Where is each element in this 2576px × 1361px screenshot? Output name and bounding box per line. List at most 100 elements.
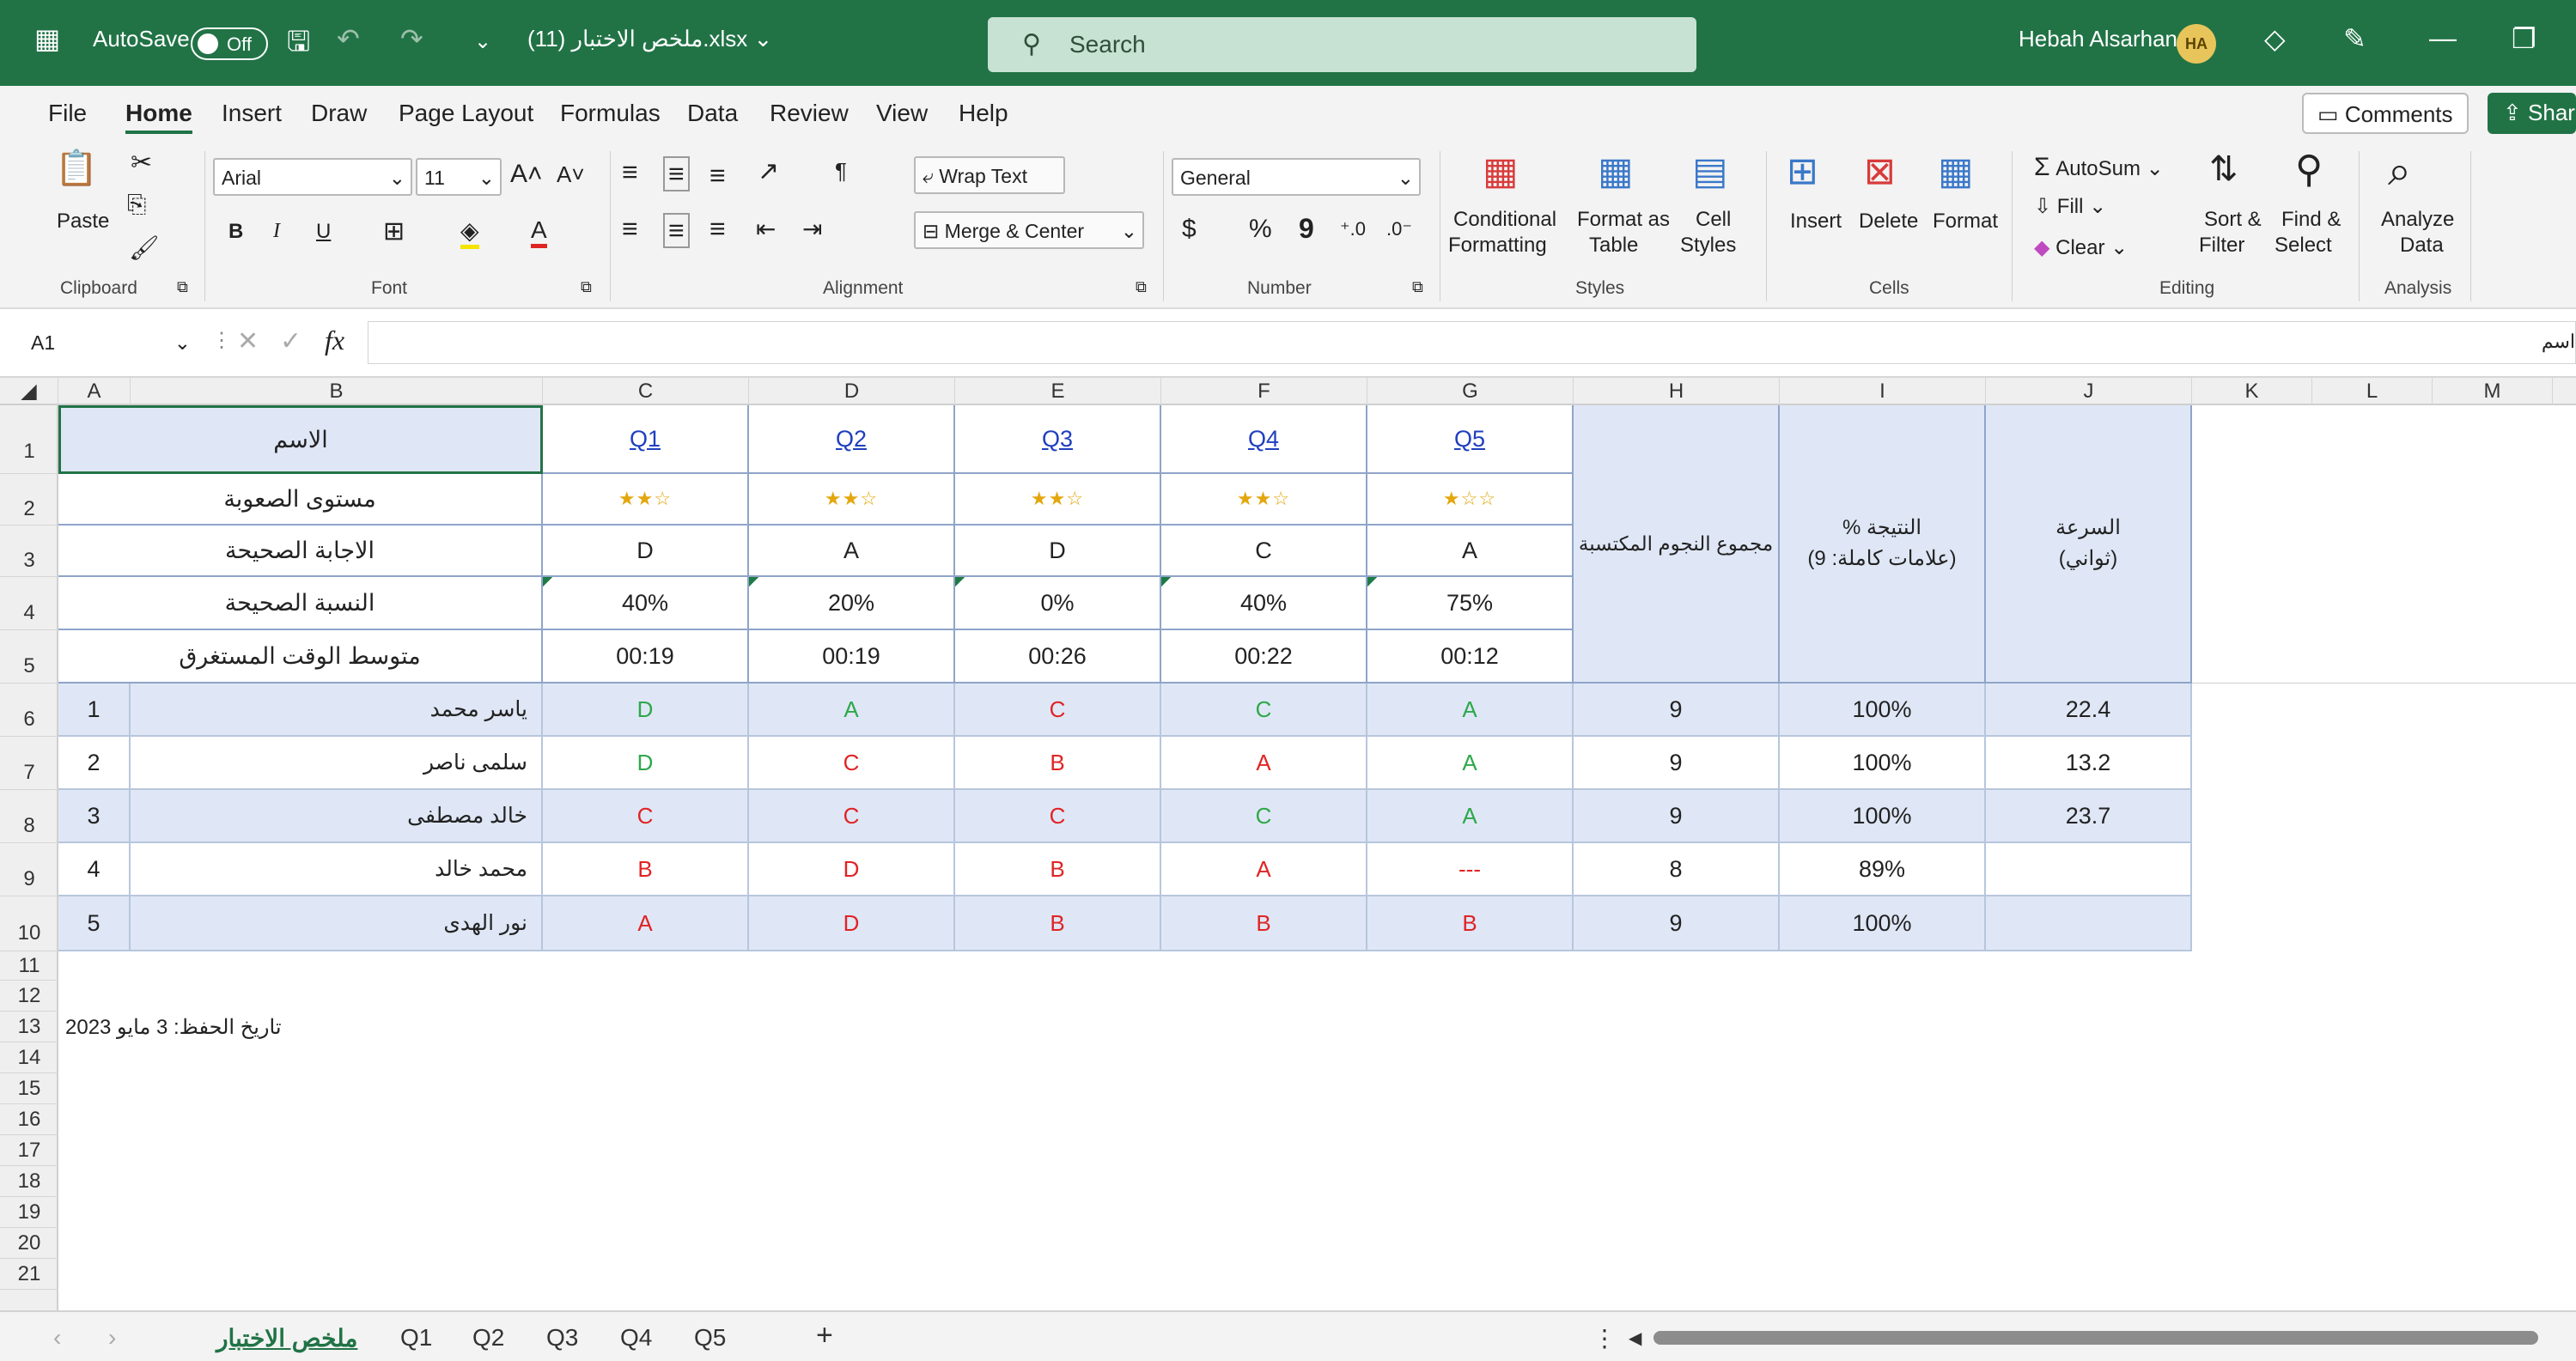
correct-answer-cell[interactable]: D xyxy=(543,526,749,577)
row-header[interactable]: 10 xyxy=(0,896,58,951)
stars-earned-cell[interactable]: 8 xyxy=(1574,843,1780,896)
student-answer-cell[interactable]: D xyxy=(749,843,955,896)
clear-button[interactable]: ◆ Clear ⌄ xyxy=(2034,235,2128,260)
student-name-cell[interactable]: خالد مصطفى xyxy=(131,790,543,843)
decrease-indent-icon[interactable]: ⇤ xyxy=(756,215,776,243)
student-name-cell[interactable]: نور الهدى xyxy=(131,896,543,951)
search-box[interactable]: ⚲ Search xyxy=(988,17,1696,72)
customize-toolbar-icon[interactable]: ⌄ xyxy=(474,29,491,54)
difficulty-stars-cell[interactable]: ★☆☆ xyxy=(1367,474,1574,526)
tab-formulas[interactable]: Formulas xyxy=(560,100,661,127)
row-header[interactable]: 5 xyxy=(0,630,58,684)
row-header[interactable]: 13 xyxy=(0,1012,58,1042)
autosave-toggle[interactable]: Off xyxy=(191,27,268,60)
name-box[interactable]: A1 ⌄ xyxy=(24,325,196,362)
formula-input[interactable]: اسم xyxy=(368,321,2576,364)
student-name-cell[interactable]: سلمى ناصر xyxy=(131,737,543,790)
conditional-formatting-icon[interactable]: ▦ xyxy=(1483,149,1519,193)
row-header[interactable]: 16 xyxy=(0,1104,58,1135)
correct-pct-label-cell[interactable]: النسبة الصحيحة xyxy=(58,577,543,630)
score-cell[interactable]: 100% xyxy=(1780,737,1986,790)
row-header[interactable]: 11 xyxy=(0,951,58,981)
text-direction-icon[interactable]: ¶ xyxy=(835,158,847,185)
format-cells-button[interactable]: Format xyxy=(1933,210,1998,234)
student-answer-cell[interactable]: B xyxy=(1161,896,1367,951)
column-header-l[interactable]: L xyxy=(2312,378,2433,405)
correct-answer-cell[interactable]: A xyxy=(1367,526,1574,577)
column-header-a[interactable]: A xyxy=(58,378,131,405)
correct-answer-label-cell[interactable]: الاجابة الصحيحة xyxy=(58,526,543,577)
sheet-tab-q3[interactable]: Q3 xyxy=(546,1324,578,1352)
row-header[interactable]: 3 xyxy=(0,526,58,577)
cell-styles-icon[interactable]: ▤ xyxy=(1692,149,1728,193)
student-number-cell[interactable]: 2 xyxy=(58,737,131,790)
name-header-cell[interactable]: الاسم xyxy=(58,405,543,474)
question-link[interactable]: Q2 xyxy=(836,426,867,453)
column-header-h[interactable]: H xyxy=(1574,378,1780,405)
speed-cell[interactable]: 22.4 xyxy=(1986,684,2192,737)
align-center-icon[interactable]: ≡ xyxy=(663,213,690,248)
student-answer-cell[interactable]: B xyxy=(543,843,749,896)
cell-styles-label-1[interactable]: Cell xyxy=(1696,208,1731,232)
difficulty-stars-cell[interactable]: ★★☆ xyxy=(543,474,749,526)
difficulty-stars-cell[interactable]: ★★☆ xyxy=(1161,474,1367,526)
alignment-launcher-icon[interactable]: ⧉ xyxy=(1136,278,1147,296)
select-all-corner[interactable]: ◢ xyxy=(0,378,58,405)
correct-answer-cell[interactable]: C xyxy=(1161,526,1367,577)
student-answer-cell[interactable]: A xyxy=(543,896,749,951)
student-answer-cell[interactable]: C xyxy=(749,737,955,790)
avg-time-cell[interactable]: 00:19 xyxy=(543,630,749,684)
wrap-text-button[interactable]: ⤶ Wrap Text xyxy=(914,156,1065,194)
merge-center-button[interactable]: ⊟ Merge & Center ⌄ xyxy=(914,211,1144,249)
align-top-icon[interactable]: ≡ xyxy=(622,156,638,188)
tab-home[interactable]: Home xyxy=(125,100,192,134)
question-header-q1[interactable]: Q1 xyxy=(543,405,749,474)
bold-button[interactable]: B xyxy=(228,220,243,244)
borders-icon[interactable]: ⊞ xyxy=(383,216,405,246)
font-size-select[interactable]: 11 ⌄ xyxy=(416,158,502,196)
speed-cell[interactable]: 23.7 xyxy=(1986,790,2192,843)
difficulty-stars-cell[interactable]: ★★☆ xyxy=(749,474,955,526)
question-header-q4[interactable]: Q4 xyxy=(1161,405,1367,474)
correct-pct-cell[interactable]: 40% xyxy=(543,577,749,630)
format-as-table-label-1[interactable]: Format as xyxy=(1577,208,1670,232)
insert-cells-icon[interactable]: ⊞ xyxy=(1787,149,1818,193)
question-link[interactable]: Q5 xyxy=(1454,426,1485,453)
student-answer-cell[interactable]: B xyxy=(1367,896,1574,951)
avg-time-cell[interactable]: 00:26 xyxy=(955,630,1161,684)
enter-icon[interactable]: ✓ xyxy=(280,326,301,356)
row-header[interactable]: 7 xyxy=(0,737,58,790)
fill-color-icon[interactable]: ◈ xyxy=(460,216,479,249)
decrease-font-icon[interactable]: A˅ xyxy=(557,161,585,188)
row-header[interactable]: 21 xyxy=(0,1259,58,1290)
speed-cell[interactable] xyxy=(1986,843,2192,896)
tab-file[interactable]: File xyxy=(48,100,87,127)
insert-cells-button[interactable]: Insert xyxy=(1790,210,1842,234)
correct-answer-cell[interactable]: A xyxy=(749,526,955,577)
student-answer-cell[interactable]: B xyxy=(955,896,1161,951)
correct-pct-cell[interactable]: 75% xyxy=(1367,577,1574,630)
avg-time-cell[interactable]: 00:19 xyxy=(749,630,955,684)
student-answer-cell[interactable]: A xyxy=(1367,790,1574,843)
student-number-cell[interactable]: 5 xyxy=(58,896,131,951)
pen-icon[interactable]: ✎ xyxy=(2343,22,2366,55)
autosum-button[interactable]: Σ AutoSum ⌄ xyxy=(2034,153,2164,182)
analyze-data-label-1[interactable]: Analyze xyxy=(2381,208,2454,232)
sheet-tab-q4[interactable]: Q4 xyxy=(620,1324,652,1352)
student-answer-cell[interactable]: A xyxy=(1161,843,1367,896)
analyze-data-label-2[interactable]: Data xyxy=(2400,234,2444,258)
currency-button[interactable]: $ xyxy=(1182,215,1197,244)
correct-pct-cell[interactable]: 20% xyxy=(749,577,955,630)
column-header-m[interactable]: M xyxy=(2433,378,2553,405)
insert-function-icon[interactable]: fx xyxy=(325,325,344,356)
student-answer-cell[interactable]: D xyxy=(749,896,955,951)
sort-filter-label-1[interactable]: Sort & xyxy=(2204,208,2262,232)
stars-earned-cell[interactable]: 9 xyxy=(1574,896,1780,951)
column-header-g[interactable]: G xyxy=(1367,378,1574,405)
avg-time-label-cell[interactable]: متوسط الوقت المستغرق xyxy=(58,630,543,684)
sheet-tab-q1[interactable]: Q1 xyxy=(400,1324,432,1352)
tab-data[interactable]: Data xyxy=(687,100,738,127)
add-sheet-icon[interactable]: + xyxy=(816,1319,833,1352)
undo-icon[interactable]: ↶ xyxy=(337,22,360,55)
formula-options-icon[interactable]: ⋮ xyxy=(211,328,232,353)
